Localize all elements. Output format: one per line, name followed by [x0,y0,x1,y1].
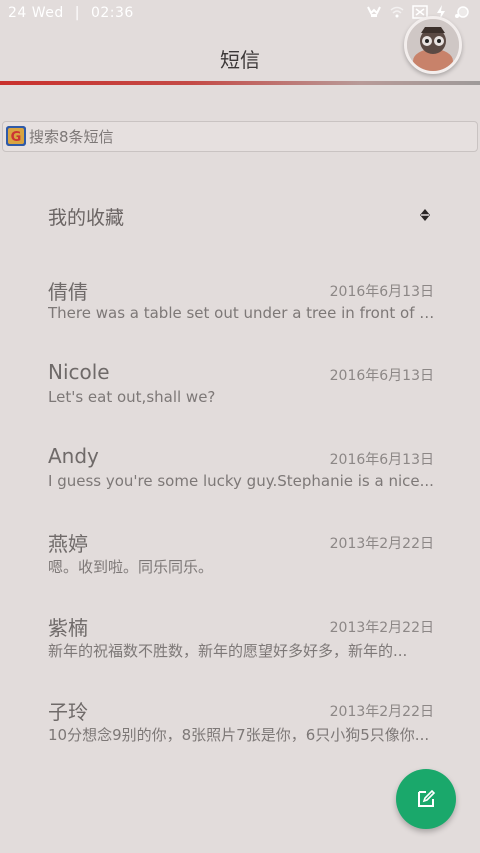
expand-icon[interactable] [418,207,432,221]
status-day: 24 [8,5,27,21]
status-time: 02:36 [90,5,134,21]
conversation-date: 2013年2月22日 [329,704,434,720]
conversation-name: 子玲 [48,700,88,724]
conversation-preview: Let's eat out,shall we? [48,388,216,406]
compose-icon [418,789,436,807]
conversation-preview: 嗯。收到啦。同乐同乐。 [48,558,214,576]
header-divider [0,81,480,85]
conversation-date: 2013年2月22日 [329,620,434,636]
conversation-item[interactable]: Andy 2016年6月13日 I guess you're some luck… [48,444,436,514]
conversation-name: 燕婷 [48,532,88,556]
conversation-item[interactable]: 燕婷 2013年2月22日 嗯。收到啦。同乐同乐。 [48,528,436,598]
conversation-name: Nicole [48,360,110,384]
alarm-icon [454,5,470,24]
conversation-date: 2016年6月13日 [329,452,434,468]
conversation-name: 倩倩 [48,280,88,304]
conversation-item[interactable]: Nicole 2016年6月13日 Let's eat out,shall we… [48,360,436,430]
favorites-row[interactable]: 我的收藏 [48,203,440,231]
conversation-date: 2016年6月13日 [329,284,434,300]
headset-icon [366,5,382,24]
conversation-item[interactable]: 子玲 2013年2月22日 10分想念9别的你，8张照片7张是你，6只小狗5只像… [48,696,436,766]
conversation-date: 2013年2月22日 [329,536,434,552]
compose-button[interactable] [396,769,456,829]
conversation-item[interactable]: 倩倩 2016年6月13日 There was a table set out … [48,276,436,346]
status-bar: 24 Wed | 02:36 [0,0,480,28]
google-icon: G [6,126,26,146]
conversation-item[interactable]: 紫楠 2013年2月22日 新年的祝福数不胜数，新年的愿望好多好多，新年的... [48,612,436,682]
conversation-name: 紫楠 [48,616,88,640]
wifi-icon [390,5,404,24]
favorites-label: 我的收藏 [48,207,125,229]
conversation-name: Andy [48,444,99,468]
conversation-date: 2016年6月13日 [329,368,434,384]
avatar[interactable] [404,16,462,74]
status-weekday: Wed [31,5,64,21]
avatar-image [407,19,459,71]
svg-text:G: G [11,130,22,145]
status-separator: | [74,5,80,21]
status-datetime: 24 Wed | 02:36 [8,5,134,21]
conversation-preview: There was a table set out under a tree i… [48,304,436,322]
conversation-preview: 新年的祝福数不胜数，新年的愿望好多好多，新年的... [48,642,408,660]
search-box[interactable]: G [2,121,478,152]
conversation-preview: 10分想念9别的你，8张照片7张是你，6只小狗5只像你... [48,726,430,744]
conversation-preview: I guess you're some lucky guy.Stephanie … [48,472,434,490]
search-input[interactable] [29,124,469,149]
